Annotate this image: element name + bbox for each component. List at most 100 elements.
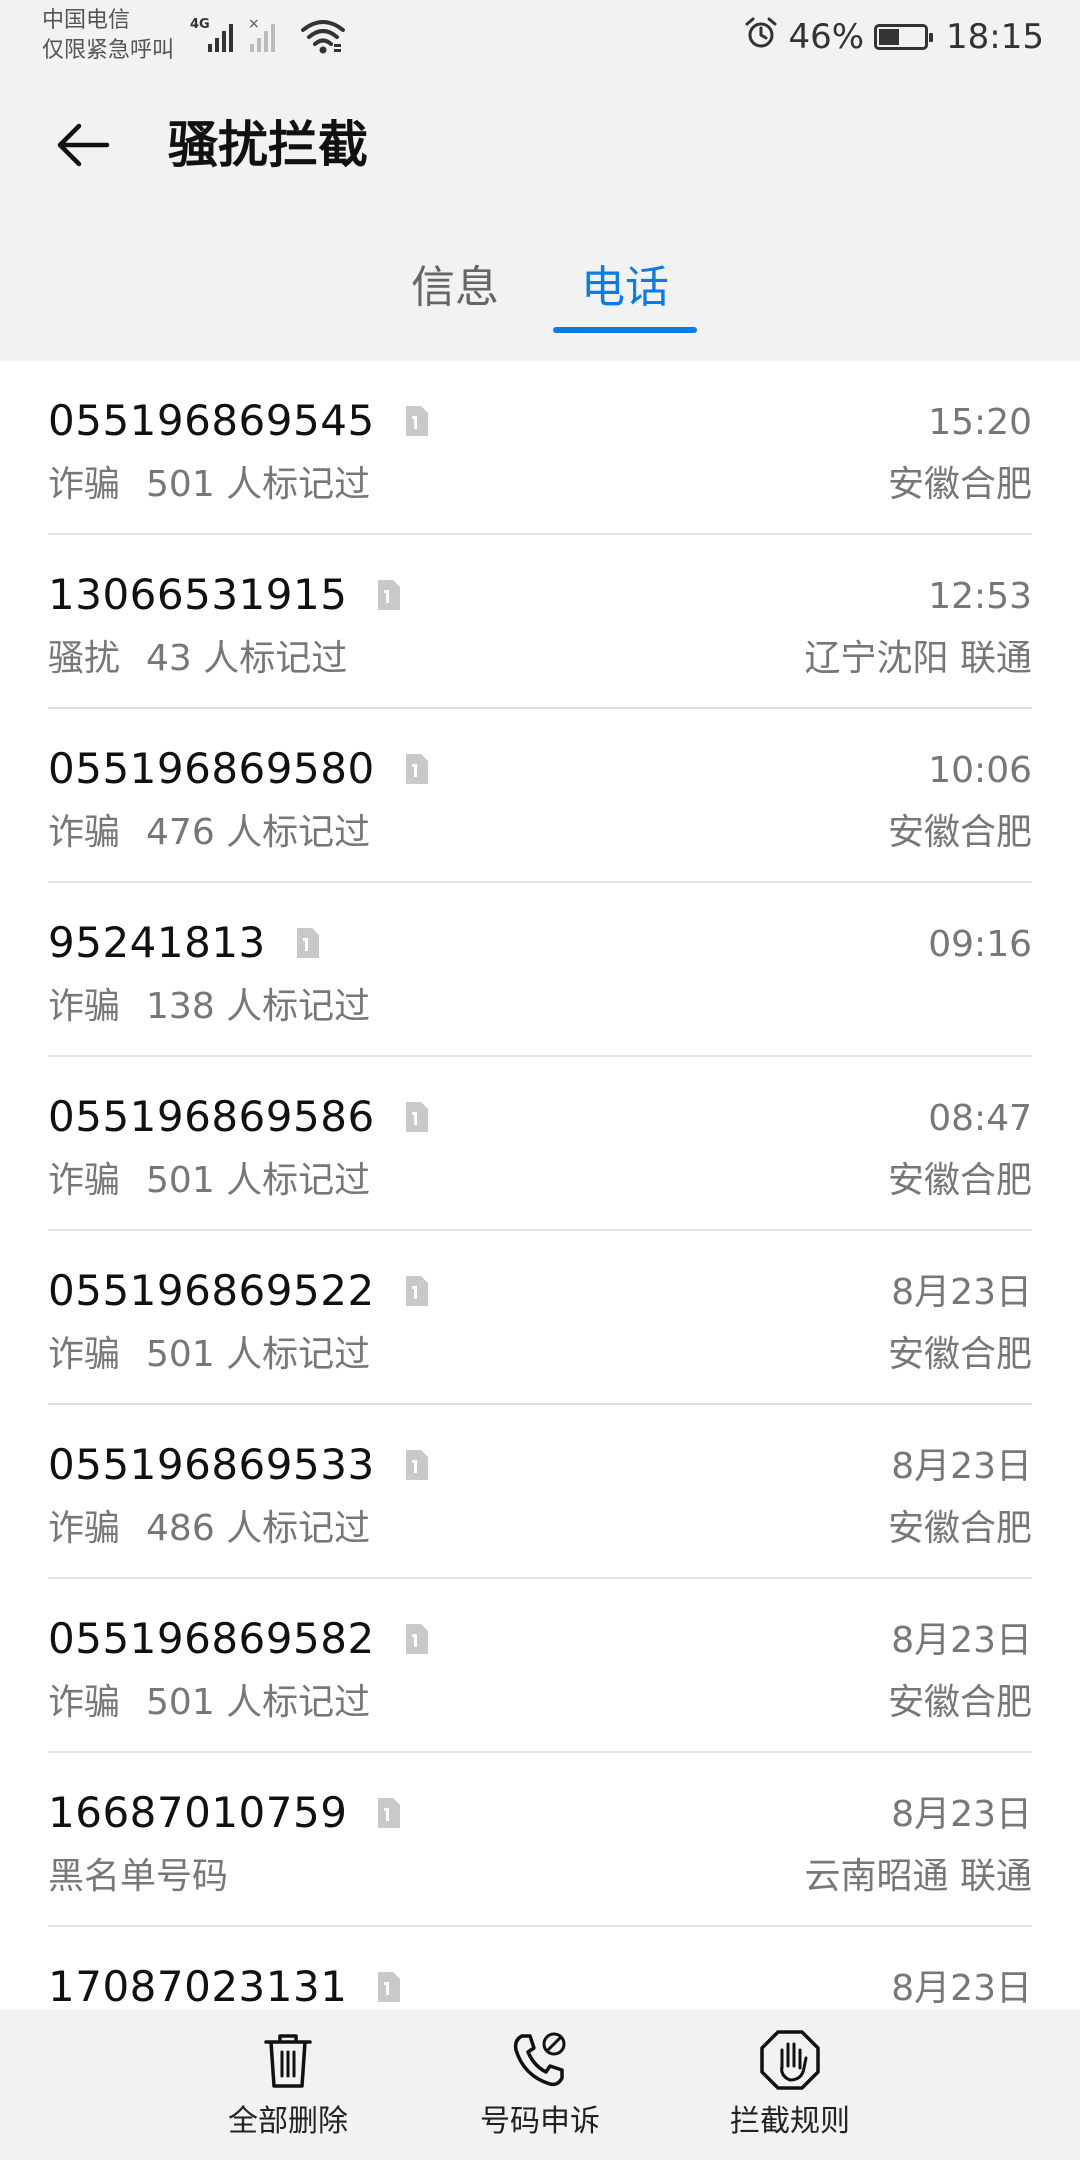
sim-card-icon — [403, 1449, 429, 1481]
call-location: 安徽合肥 — [887, 1682, 1032, 1723]
phone-appeal-icon — [513, 2032, 566, 2087]
number-line: 055196869545 — [48, 393, 429, 449]
call-time: 8月23日 — [891, 1620, 1032, 1661]
delete-all-label: 全部删除 — [228, 2104, 348, 2139]
call-location: 安徽合肥 — [887, 812, 1032, 853]
call-tag: 诈骗 — [48, 464, 121, 505]
mark-count: 43 人标记过 — [146, 638, 348, 679]
tab-messages[interactable]: 信息 — [395, 253, 515, 333]
carrier-info: 中国电信 仅限紧急呼叫 — [42, 6, 174, 66]
call-list-item[interactable]: 055196869580 10:06 诈骗 476 人标记过 安徽合肥 — [48, 709, 1032, 883]
call-time: 8月23日 — [891, 1272, 1032, 1313]
call-tag-line: 诈骗 138 人标记过 — [48, 983, 370, 1031]
sim-card-icon — [375, 1797, 401, 1829]
call-tag-line: 诈骗 501 人标记过 — [48, 1157, 370, 1205]
network-type: 4G — [190, 17, 210, 32]
carrier-name: 中国电信 — [42, 8, 131, 33]
number-line: 055196869582 — [48, 1611, 429, 1667]
block-hand-icon — [760, 2030, 820, 2090]
call-list-item[interactable]: 055196869522 8月23日 诈骗 501 人标记过 安徽合肥 — [48, 1231, 1032, 1405]
signal-icon: 4G × — [190, 14, 290, 64]
call-tag-line: 诈骗 486 人标记过 — [48, 1505, 370, 1553]
phone-number: 055196869522 — [48, 1266, 375, 1315]
mark-count: 501 人标记过 — [146, 1682, 371, 1723]
wifi-icon — [300, 14, 346, 64]
call-tag: 诈骗 — [48, 1682, 121, 1723]
call-tag: 诈骗 — [48, 1334, 121, 1375]
call-list-item[interactable]: 055196869586 08:47 诈骗 501 人标记过 安徽合肥 — [48, 1057, 1032, 1231]
call-location: 安徽合肥 — [887, 1508, 1032, 1549]
number-line: 055196869533 — [48, 1437, 429, 1493]
battery-fill — [879, 29, 900, 45]
call-tag: 诈骗 — [48, 812, 121, 853]
call-tag: 黑名单号码 — [48, 1856, 229, 1897]
sim-card-icon — [403, 1623, 429, 1655]
call-list-item[interactable]: 16687010759 8月23日黑名单号码 云南昭通 联通 — [48, 1753, 1032, 1927]
carrier-status: 仅限紧急呼叫 — [42, 38, 175, 63]
call-tag-line: 诈骗 501 人标记过 — [48, 1331, 370, 1379]
tab-calls-label: 电话 — [581, 262, 669, 313]
call-list-item[interactable]: 95241813 09:16 诈骗 138 人标记过 — [48, 883, 1032, 1057]
call-location: 安徽合肥 — [887, 1160, 1032, 1201]
number-line: 055196869580 — [48, 741, 429, 797]
call-location: 辽宁沈阳 联通 — [804, 638, 1032, 679]
sim-card-icon — [403, 405, 429, 437]
phone-number: 13066531915 — [48, 570, 348, 619]
number-line: 13066531915 — [48, 567, 401, 623]
call-time: 09:16 — [928, 924, 1032, 965]
call-list-item[interactable]: 055196869582 8月23日诈骗 501 人标记过 安徽合肥 — [48, 1579, 1032, 1753]
call-time: 8月23日 — [891, 1968, 1032, 2009]
phone-number: 055196869582 — [48, 1614, 375, 1663]
phone-number: 055196869586 — [48, 1092, 375, 1141]
sim-card-icon — [403, 753, 429, 785]
call-list-item[interactable]: 13066531915 12:53 骚扰 43 人标记过 辽宁沈阳 联通 — [48, 535, 1032, 709]
call-time: 15:20 — [928, 402, 1032, 443]
page-title: 骚扰拦截 — [168, 116, 368, 174]
call-tag: 骚扰 — [48, 638, 121, 679]
clock: 18:15 — [946, 17, 1044, 57]
call-list-item[interactable]: 055196869545 15:20 诈骗 501 人标记过 安徽合肥 — [48, 361, 1032, 535]
call-tag: 诈骗 — [48, 1508, 121, 1549]
trash-icon — [264, 2034, 312, 2088]
svg-text:×: × — [248, 16, 260, 32]
call-time: 8月23日 — [891, 1794, 1032, 1835]
back-button[interactable] — [48, 110, 118, 180]
back-arrow-icon — [57, 123, 110, 167]
tab-calls[interactable]: 电话 — [553, 253, 697, 333]
call-list-item[interactable]: 055196869533 8月23日诈骗 486 人标记过 安徽合肥 — [48, 1405, 1032, 1579]
bottom-action-bar: 全部删除 号码申诉 拦截规则 — [0, 2010, 1080, 2160]
number-line: 95241813 — [48, 915, 320, 971]
number-line: 17087023131 — [48, 1959, 401, 2015]
call-time: 12:53 — [928, 576, 1032, 617]
sim-card-icon — [403, 1101, 429, 1133]
block-rules-button[interactable]: 拦截规则 — [700, 2028, 880, 2158]
mark-count: 501 人标记过 — [146, 1160, 371, 1201]
number-line: 055196869522 — [48, 1263, 429, 1319]
battery-percent: 46% — [788, 17, 865, 57]
call-time: 8月23日 — [891, 1446, 1032, 1487]
status-bar: 中国电信 仅限紧急呼叫 4G × 46% 18:15 — [0, 0, 1080, 75]
call-tag: 诈骗 — [48, 1160, 121, 1201]
mark-count: 486 人标记过 — [146, 1508, 371, 1549]
tab-indicator — [553, 327, 697, 333]
call-tag: 诈骗 — [48, 986, 121, 1027]
phone-number: 055196869533 — [48, 1440, 375, 1489]
block-rules-label: 拦截规则 — [730, 2104, 850, 2139]
call-tag-line: 黑名单号码 — [48, 1853, 254, 1901]
phone-number: 055196869545 — [48, 396, 375, 445]
number-appeal-button[interactable]: 号码申诉 — [450, 2028, 630, 2158]
mark-count: 501 人标记过 — [146, 464, 371, 505]
mark-count: 476 人标记过 — [146, 812, 371, 853]
phone-number: 055196869580 — [48, 744, 375, 793]
call-time: 10:06 — [928, 750, 1032, 791]
header: 骚扰拦截 信息 电话 — [0, 75, 1080, 361]
delete-all-button[interactable]: 全部删除 — [198, 2028, 378, 2158]
call-time: 08:47 — [928, 1098, 1032, 1139]
call-tag-line: 骚扰 43 人标记过 — [48, 635, 347, 683]
number-line: 055196869586 — [48, 1089, 429, 1145]
call-location: 云南昭通 联通 — [804, 1856, 1032, 1897]
number-line: 16687010759 — [48, 1785, 401, 1841]
mark-count: 138 人标记过 — [146, 986, 371, 1027]
call-tag-line: 诈骗 501 人标记过 — [48, 1679, 370, 1727]
battery-icon — [874, 24, 934, 50]
